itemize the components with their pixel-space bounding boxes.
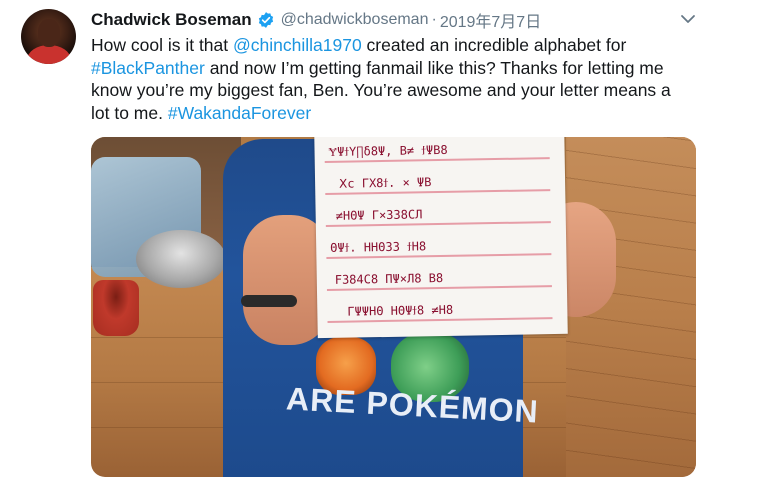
- tweet-text-part: How cool is it that: [91, 35, 233, 55]
- tweet-header: Chadwick Boseman @chadwickboseman · 2019…: [91, 8, 541, 32]
- hashtag-link[interactable]: #BlackPanther: [91, 58, 205, 78]
- tweet-text: How cool is it that @chinchilla1970 crea…: [91, 34, 691, 124]
- letter-glyph-line: ΓΨΨΗΘ ΗΘΨϯ8 ≠Η8: [347, 302, 454, 319]
- letter-glyph-line: F384C8 ΠΨ×Л8 B8: [334, 270, 444, 287]
- hashtag-link[interactable]: #WakandaForever: [168, 103, 311, 123]
- bracelet: [241, 295, 297, 307]
- avatar-shirt: [27, 45, 71, 64]
- display-name[interactable]: Chadwick Boseman: [91, 10, 252, 30]
- letter-glyph-line: ɎΨϯΥ∏δ8Ψ, B≠ ϯΨB8: [328, 142, 448, 159]
- tweet-photo[interactable]: ARE POKÉMON ɎΨϯΥ∏δ8Ψ, B≠ ϯΨB8 Ⅹc ΓX8ϯ. ×…: [91, 137, 696, 477]
- tweet-text-part: created an incredible alphabet for: [361, 35, 627, 55]
- avatar-face: [38, 19, 60, 47]
- verified-badge-icon: [257, 11, 275, 29]
- letter-glyph-line: Ⅹc ΓX8ϯ. × ΨB: [338, 175, 432, 191]
- separator-dot: ·: [431, 11, 437, 28]
- letter-glyph-line: ΘΨϯ. ΗΗΘ33 ϯΗ8: [330, 239, 427, 255]
- handwritten-letter: ɎΨϯΥ∏δ8Ψ, B≠ ϯΨB8 Ⅹc ΓX8ϯ. × ΨB ≠HΘΨ Γ×3…: [314, 137, 568, 339]
- letter-glyph-line: ≠HΘΨ Γ×338CЛ: [335, 207, 423, 223]
- chevron-down-icon[interactable]: [680, 12, 696, 26]
- metal-bowl: [136, 230, 226, 288]
- red-cup: [93, 280, 139, 336]
- avatar[interactable]: [21, 9, 76, 64]
- mention-link[interactable]: @chinchilla1970: [233, 35, 362, 55]
- tweet-date[interactable]: 2019年7月7日: [440, 8, 541, 32]
- user-handle[interactable]: @chadwickboseman: [281, 11, 429, 29]
